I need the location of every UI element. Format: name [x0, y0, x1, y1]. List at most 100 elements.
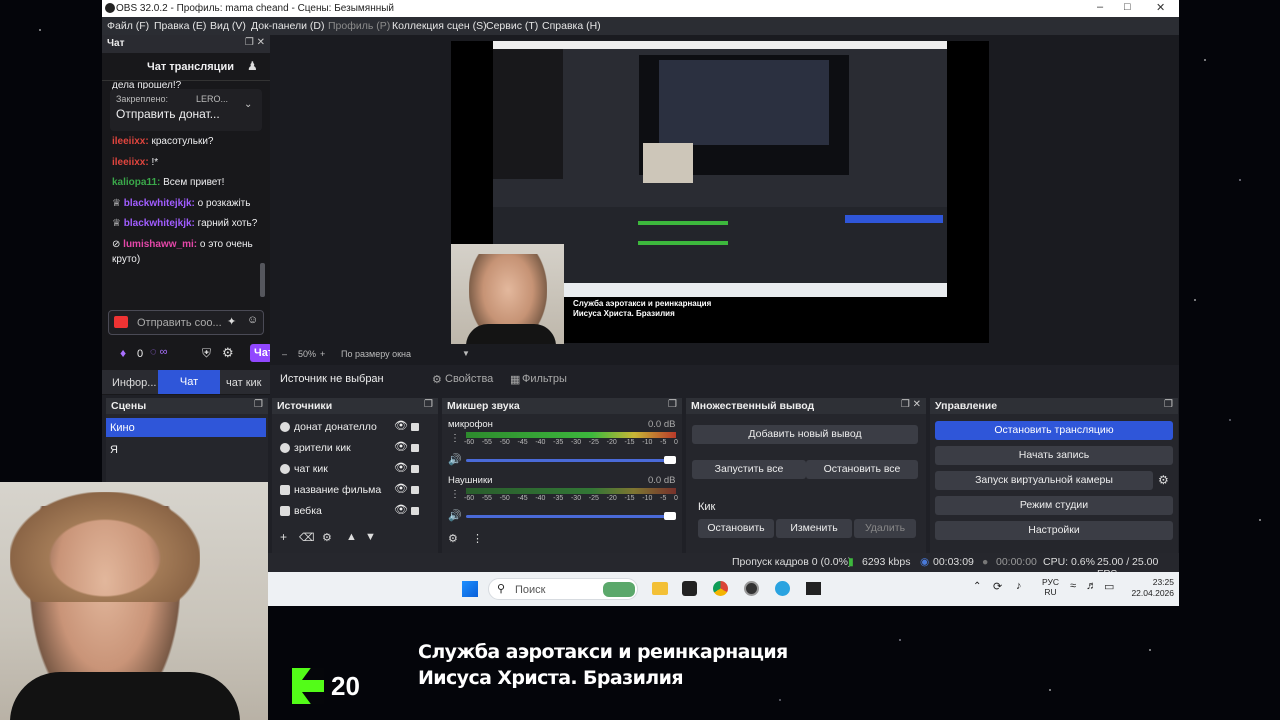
donate-icon[interactable] [114, 316, 128, 328]
menu-help[interactable]: Справка (H) [542, 20, 601, 32]
chevron-up-icon[interactable]: ⌃ [973, 581, 981, 592]
delete-output-button[interactable]: Удалить [854, 519, 916, 538]
minimize-icon[interactable]: – [1097, 1, 1103, 13]
source-item[interactable]: чат кик 👁 [276, 459, 428, 479]
chat-username[interactable]: kaliopa11: [112, 177, 160, 188]
dock-float-close-icon[interactable]: ❐ ✕ [901, 399, 921, 410]
volume-handle[interactable] [664, 456, 676, 464]
zoom-dropdown-icon[interactable]: ▼ [462, 349, 470, 358]
telegram-icon[interactable] [775, 581, 790, 596]
dock-float-icon[interactable]: ❐ [1164, 399, 1173, 410]
volume-handle[interactable] [664, 512, 676, 520]
battery-icon[interactable]: ▭ [1104, 580, 1114, 593]
source-item[interactable]: вебка 👁 [276, 501, 428, 521]
stop-stream-button[interactable]: Остановить трансляцию [935, 421, 1173, 440]
eye-icon[interactable]: 👁 [394, 461, 408, 474]
scene-item[interactable]: Я [106, 440, 266, 459]
menu-tools[interactable]: Сервис (T) [486, 20, 538, 32]
chat-username[interactable]: ileeiixx: [112, 136, 149, 147]
microphone-icon[interactable]: ♪ [1016, 580, 1022, 592]
tab-info[interactable]: Инфор... [112, 377, 156, 389]
wifi-icon[interactable]: ≈ [1070, 580, 1076, 592]
add-output-button[interactable]: Добавить новый вывод [692, 425, 918, 444]
volume-slider[interactable] [466, 515, 671, 518]
lock-icon[interactable] [411, 444, 419, 452]
chat-send-button[interactable]: Чат [250, 344, 273, 362]
users-icon[interactable]: ♟ [247, 59, 258, 73]
gear-icon[interactable]: ⚙ [322, 531, 332, 544]
chat-username[interactable]: ileeiixx: [112, 157, 149, 168]
source-item[interactable]: донат донателло 👁 [276, 417, 428, 437]
menu-profile[interactable]: Профиль (P) [328, 20, 390, 32]
filters-button[interactable]: Фильтры [522, 373, 567, 385]
dock-close-icon[interactable]: ❐ ✕ [245, 37, 265, 48]
menu-edit[interactable]: Правка (E) [154, 20, 206, 32]
file-explorer-icon[interactable] [652, 582, 668, 595]
speaker-icon[interactable]: 🔊 [448, 453, 462, 466]
taskbar-search[interactable]: ⚲ Поиск [488, 578, 638, 600]
menu-scene-collection[interactable]: Коллекция сцен (S) [392, 20, 487, 32]
shield-icon[interactable]: ⛨ [202, 346, 211, 361]
gear-icon[interactable]: ⚙ [222, 345, 234, 361]
eye-icon[interactable]: 👁 [394, 503, 408, 516]
language-indicator[interactable]: РУС RU [1042, 577, 1059, 597]
chat-input[interactable]: Отправить соо... ✦ ☺ [108, 310, 264, 335]
dock-float-icon[interactable]: ❐ [254, 399, 263, 410]
gear-icon[interactable]: ⚙ [432, 373, 442, 386]
lock-icon[interactable] [411, 423, 419, 431]
scene-item[interactable]: Кино [106, 418, 266, 437]
maximize-icon[interactable]: □ [1124, 1, 1131, 13]
source-item[interactable]: зрители кик 👁 [276, 438, 428, 458]
windows-start-icon[interactable] [462, 581, 478, 597]
add-source-icon[interactable]: + [280, 530, 287, 544]
chat-username[interactable]: blackwhitejkjk: [124, 198, 195, 209]
stop-all-button[interactable]: Остановить все [806, 460, 918, 479]
speaker-icon[interactable]: 🔊 [448, 509, 462, 522]
trash-icon[interactable]: ⌫ [299, 531, 315, 544]
chat-username[interactable]: lumishaww_mi: [123, 239, 197, 250]
zoom-level[interactable]: 50% [298, 349, 316, 359]
obs-taskbar-icon[interactable] [744, 581, 759, 596]
chat-scrollbar[interactable] [260, 263, 265, 297]
eye-icon[interactable]: 👁 [394, 482, 408, 495]
tab-kick-chat[interactable]: чат кик [226, 377, 261, 389]
filter-icon[interactable]: ▦ [510, 373, 520, 386]
advanced-audio-icon[interactable]: ⚙ [448, 532, 458, 545]
emoji-icon[interactable]: ☺ [247, 314, 258, 326]
tab-chat[interactable]: Чат [158, 370, 220, 394]
terminal-icon[interactable] [806, 582, 821, 595]
volume-icon[interactable]: ♬ [1086, 580, 1097, 592]
virtual-camera-button[interactable]: Запуск виртуальной камеры [935, 471, 1153, 490]
settings-button[interactable]: Настройки [935, 521, 1173, 540]
lock-icon[interactable] [411, 465, 419, 473]
menu-view[interactable]: Вид (V) [210, 20, 246, 32]
move-up-icon[interactable]: ▲ [346, 531, 357, 543]
menu-file[interactable]: Файл (F) [107, 20, 149, 32]
menu-dots-icon[interactable]: ⋮ [450, 489, 460, 500]
clock[interactable]: 23:25 22.04.2026 [1124, 577, 1174, 599]
chrome-icon[interactable] [713, 581, 728, 596]
eye-icon[interactable]: 👁 [394, 440, 408, 453]
zoom-in-icon[interactable]: + [320, 349, 325, 359]
menu-docks[interactable]: Док-панели (D) [251, 20, 324, 32]
zoom-out-icon[interactable]: – [282, 349, 287, 359]
volume-slider[interactable] [466, 459, 671, 462]
sync-icon[interactable]: ⟳ [993, 580, 1002, 593]
stop-output-button[interactable]: Остановить [698, 519, 774, 538]
eye-icon[interactable]: 👁 [394, 419, 408, 432]
start-all-button[interactable]: Запустить все [692, 460, 806, 479]
studio-mode-button[interactable]: Режим студии [935, 496, 1173, 515]
chevron-down-icon[interactable]: ⌄ [244, 99, 252, 110]
menu-dots-icon[interactable]: ⋮ [450, 433, 460, 444]
source-item[interactable]: название фильма 👁 [276, 480, 428, 500]
chat-username[interactable]: blackwhitejkjk: [124, 218, 195, 229]
app-icon[interactable] [682, 581, 697, 596]
dock-float-icon[interactable]: ❐ [668, 399, 677, 410]
move-down-icon[interactable]: ▼ [365, 531, 376, 543]
preview-area[interactable]: Служба аэротакси и реинкарнация Иисуса Х… [270, 35, 1179, 365]
edit-output-button[interactable]: Изменить [776, 519, 852, 538]
gear-icon[interactable]: ⚙ [1158, 473, 1169, 487]
properties-button[interactable]: Свойства [445, 373, 493, 385]
zoom-mode[interactable]: По размеру окна [341, 349, 411, 359]
menu-dots-icon[interactable]: ⋮ [472, 532, 483, 545]
